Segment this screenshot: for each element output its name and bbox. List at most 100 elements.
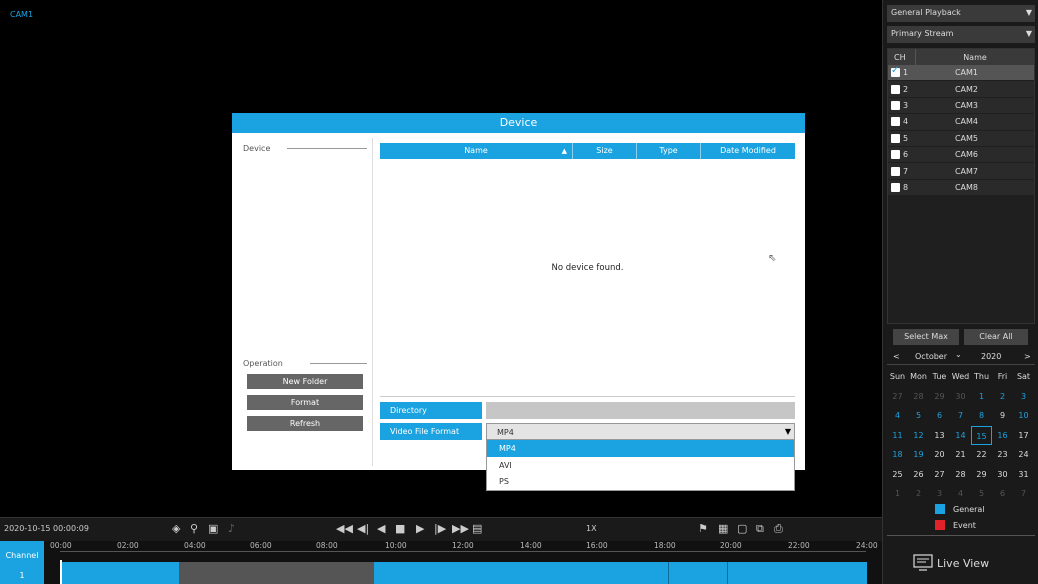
year-select[interactable]: 2020 <box>981 352 1001 361</box>
calendar-day[interactable]: 19 <box>908 445 929 465</box>
channel-checkbox[interactable] <box>891 133 900 143</box>
stop-icon[interactable]: ■ <box>395 522 405 535</box>
calendar-day[interactable]: 31 <box>1013 465 1034 485</box>
channel-row[interactable]: 8 CAM8 <box>888 179 1034 197</box>
refresh-button[interactable]: Refresh <box>247 416 363 431</box>
frame-icon[interactable]: ▤ <box>472 522 482 535</box>
channel-checkbox[interactable] <box>891 182 900 192</box>
channel-checkbox[interactable] <box>891 117 900 127</box>
fast-forward-icon[interactable]: ▶▶ <box>452 522 469 535</box>
calendar-day[interactable]: 16 <box>992 426 1013 446</box>
calendar-day[interactable]: 29 <box>929 387 950 407</box>
calendar-day[interactable]: 18 <box>887 445 908 465</box>
calendar-day[interactable]: 5 <box>971 484 992 504</box>
stream-dropdown[interactable]: Primary Stream ▼ <box>887 26 1035 43</box>
calendar-day[interactable]: 17 <box>1013 426 1034 446</box>
calendar-day[interactable]: 9 <box>992 406 1013 426</box>
calendar-day[interactable]: 3 <box>929 484 950 504</box>
playback-mode-dropdown[interactable]: General Playback ▼ <box>887 5 1035 22</box>
video-format-option[interactable]: MP4 <box>487 440 794 457</box>
calendar-day[interactable]: 24 <box>1013 445 1034 465</box>
playhead[interactable] <box>60 560 62 584</box>
calendar-day[interactable]: 6 <box>929 406 950 426</box>
calendar-day[interactable]: 30 <box>992 465 1013 485</box>
calendar-day[interactable]: 30 <box>950 387 971 407</box>
calendar-day[interactable]: 2 <box>992 387 1013 407</box>
calendar-day[interactable]: 11 <box>887 426 908 446</box>
channel-row[interactable]: 4 CAM4 <box>888 114 1034 131</box>
channel-checkbox[interactable] <box>891 100 900 110</box>
calendar-day[interactable]: 1 <box>887 484 908 504</box>
calendar-day[interactable]: 13 <box>929 426 950 446</box>
clear-all-button[interactable]: Clear All <box>964 329 1028 345</box>
type-column[interactable]: Type <box>637 143 701 159</box>
calendar-day[interactable]: 20 <box>929 445 950 465</box>
calendar-day[interactable]: 2 <box>908 484 929 504</box>
recording-gap[interactable] <box>179 562 374 584</box>
next-month-button[interactable]: > <box>1024 352 1031 361</box>
prev-month-button[interactable]: < <box>893 352 900 361</box>
video-format-option[interactable]: AVI <box>487 457 794 474</box>
channel-row[interactable]: 3 CAM3 <box>888 97 1034 115</box>
channel-row[interactable]: 1 CAM1 <box>888 65 1034 82</box>
play-icon[interactable]: ▶ <box>416 522 424 535</box>
save-icon[interactable]: ▦ <box>718 522 728 535</box>
calendar-day-selected[interactable]: 15 <box>971 425 992 445</box>
calendar-day[interactable]: 27 <box>887 387 908 407</box>
channel-checkbox[interactable] <box>891 65 900 78</box>
calendar-day[interactable]: 28 <box>908 387 929 407</box>
format-button[interactable]: Format <box>247 395 363 410</box>
month-select[interactable]: October <box>915 352 947 361</box>
backup-icon[interactable]: ⎙ <box>774 522 783 536</box>
calendar-day[interactable]: 27 <box>929 465 950 485</box>
live-view-button[interactable]: Live View <box>913 554 989 572</box>
recording-segment-general[interactable] <box>374 562 867 584</box>
channel-row[interactable]: 2 CAM2 <box>888 81 1034 98</box>
channel-checkbox[interactable] <box>891 166 900 176</box>
calendar-day[interactable]: 23 <box>992 445 1013 465</box>
file-icon[interactable]: ▢ <box>737 522 747 535</box>
channel-row[interactable]: 5 CAM5 <box>888 130 1034 147</box>
clip-icon[interactable]: ⧉ <box>756 522 764 536</box>
video-format-select[interactable]: MP4 ▼ <box>486 423 795 440</box>
channel-checkbox[interactable] <box>891 150 900 160</box>
calendar-day[interactable]: 12 <box>908 426 929 446</box>
calendar-day[interactable]: 4 <box>887 406 908 426</box>
calendar-day[interactable]: 14 <box>950 426 971 446</box>
calendar-day[interactable]: 28 <box>950 465 971 485</box>
select-max-button[interactable]: Select Max <box>893 329 959 345</box>
calendar-day[interactable]: 10 <box>1013 406 1034 426</box>
fast-backward-icon[interactable]: ◀◀ <box>336 522 353 535</box>
calendar-day[interactable]: 25 <box>887 465 908 485</box>
video-format-option[interactable]: PS <box>487 473 794 490</box>
channel-checkbox[interactable] <box>891 84 900 94</box>
month-chevron-icon[interactable]: ⌄ <box>955 350 962 359</box>
date-modified-column[interactable]: Date Modified <box>701 143 795 159</box>
size-column[interactable]: Size <box>573 143 637 159</box>
calendar-day[interactable]: 7 <box>1013 484 1034 504</box>
tag-icon[interactable]: ⚑ <box>698 522 708 535</box>
play-backward-icon[interactable]: ◀ <box>377 522 385 535</box>
calendar-day[interactable]: 26 <box>908 465 929 485</box>
calendar-day[interactable]: 6 <box>992 484 1013 504</box>
ptz-icon[interactable]: ◈ <box>172 522 180 535</box>
zoom-icon[interactable]: ⚲ <box>190 522 198 535</box>
name-column[interactable]: Name ▲ <box>380 143 573 159</box>
channel-row[interactable]: 7 CAM7 <box>888 163 1034 180</box>
snapshot-icon[interactable]: ▣ <box>208 522 218 535</box>
calendar-day[interactable]: 4 <box>950 484 971 504</box>
step-forward-icon[interactable]: |▶ <box>434 522 446 535</box>
calendar-day[interactable]: 1 <box>971 387 992 407</box>
calendar-day[interactable]: 21 <box>950 445 971 465</box>
recording-segment-general[interactable] <box>61 562 179 584</box>
calendar-day[interactable]: 7 <box>950 406 971 426</box>
audio-muted-icon[interactable]: ♪ <box>228 522 235 535</box>
calendar-day[interactable]: 22 <box>971 445 992 465</box>
calendar-day[interactable]: 8 <box>971 406 992 426</box>
calendar-day[interactable]: 5 <box>908 406 929 426</box>
directory-field[interactable] <box>486 402 795 419</box>
step-backward-icon[interactable]: ◀| <box>357 522 369 535</box>
new-folder-button[interactable]: New Folder <box>247 374 363 389</box>
channel-row[interactable]: 6 CAM6 <box>888 146 1034 164</box>
timeline[interactable]: Channel 1 00:00 02:00 04:00 06:00 08:00 10:00… <box>0 541 882 584</box>
